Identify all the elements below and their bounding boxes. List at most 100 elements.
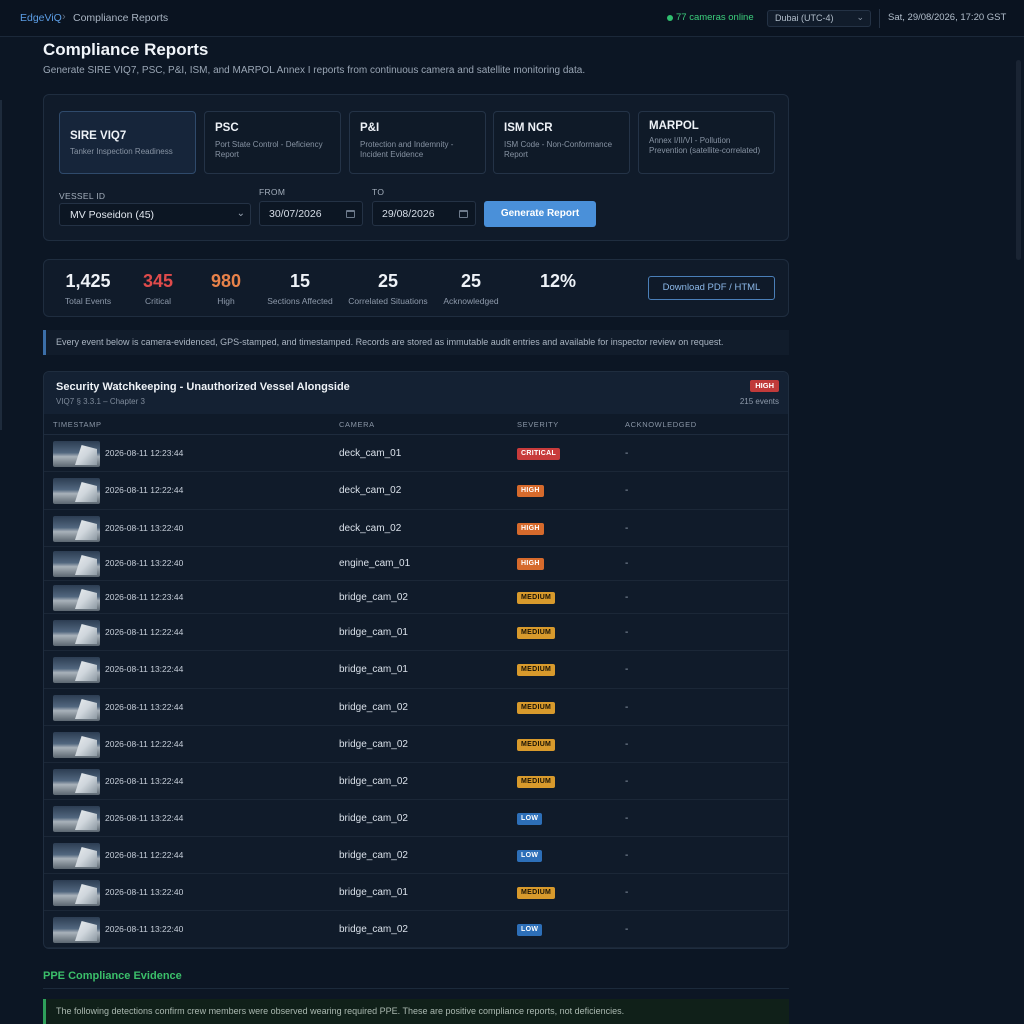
vessel-id-select[interactable]: MV Poseidon (45) ⌄ (59, 203, 251, 226)
topbar-divider (879, 9, 880, 28)
acknowledged-status: - (625, 664, 629, 675)
event-timestamp: 2026-08-11 12:22:44 (105, 850, 184, 860)
event-camera: bridge_cam_02 (339, 592, 408, 603)
event-camera: bridge_cam_01 (339, 664, 408, 675)
camera-snapshot-thumbnail[interactable] (53, 620, 100, 646)
download-pdf-html-button[interactable]: Download PDF / HTML (648, 276, 775, 300)
event-timestamp: 2026-08-11 12:22:44 (105, 739, 184, 749)
generate-report-button[interactable]: Generate Report (484, 201, 596, 227)
calendar-icon[interactable] (346, 210, 355, 218)
breadcrumb-app-link[interactable]: EdgeViQ (20, 12, 62, 24)
stat-label: Acknowledged (443, 296, 499, 306)
camera-snapshot-thumbnail[interactable] (53, 880, 100, 906)
table-row[interactable]: 2026-08-11 13:22:44 bridge_cam_01 MEDIUM - (44, 651, 788, 689)
evidence-notice-text: Every event below is camera-evidenced, G… (56, 337, 724, 347)
page-subtitle: Generate SIRE VIQ7, PSC, P&I, ISM, and M… (43, 65, 586, 76)
column-header-timestamp: TIMESTAMP (53, 420, 102, 429)
table-row[interactable]: 2026-08-11 13:22:40 bridge_cam_02 LOW - (44, 911, 788, 948)
severity-badge: LOW (517, 813, 543, 825)
ppe-divider (43, 988, 789, 989)
column-header-acknowledged: ACKNOWLEDGED (625, 420, 697, 429)
section-reference: VIQ7 § 3.3.1 – Chapter 3 (56, 397, 145, 406)
camera-snapshot-thumbnail[interactable] (53, 806, 100, 832)
table-row[interactable]: 2026-08-11 12:23:44 deck_cam_01 CRITICAL - (44, 435, 788, 472)
acknowledged-status: - (625, 592, 629, 603)
report-type-title: ISM NCR (504, 122, 553, 134)
camera-snapshot-thumbnail[interactable] (53, 695, 100, 721)
acknowledged-status: - (625, 850, 629, 861)
camera-snapshot-thumbnail[interactable] (53, 732, 100, 758)
report-type-pandi[interactable]: P&I Protection and Indemnity - Incident … (349, 111, 486, 174)
event-camera: bridge_cam_02 (339, 813, 408, 824)
timezone-value: Dubai (UTC-4) (775, 13, 834, 23)
report-type-description: Tanker Inspection Readiness (70, 147, 173, 156)
acknowledged-status: - (625, 739, 629, 750)
acknowledged-status: - (625, 523, 629, 534)
report-type-marpol[interactable]: MARPOL Annex I/II/VI - Pollution Prevent… (638, 111, 775, 174)
calendar-icon[interactable] (459, 210, 468, 218)
acknowledged-status: - (625, 813, 629, 824)
table-row[interactable]: 2026-08-11 12:22:44 bridge_cam_02 MEDIUM - (44, 726, 788, 763)
camera-snapshot-thumbnail[interactable] (53, 843, 100, 869)
table-row[interactable]: 2026-08-11 12:23:44 bridge_cam_02 MEDIUM - (44, 581, 788, 614)
current-datetime: Sat, 29/08/2026, 17:20 GST (888, 12, 1007, 23)
report-type-title: P&I (360, 122, 380, 134)
report-stats-card: 1,425 Total Events 345 Critical 980 High… (43, 259, 789, 317)
event-camera: deck_cam_02 (339, 485, 402, 496)
report-type-psc[interactable]: PSC Port State Control - Deficiency Repo… (204, 111, 341, 174)
event-camera: deck_cam_01 (339, 448, 402, 459)
severity-badge: MEDIUM (517, 739, 556, 751)
camera-snapshot-thumbnail[interactable] (53, 478, 100, 504)
column-header-camera: CAMERA (339, 420, 375, 429)
table-row[interactable]: 2026-08-11 13:22:44 bridge_cam_02 MEDIUM - (44, 763, 788, 800)
camera-snapshot-thumbnail[interactable] (53, 917, 100, 943)
camera-snapshot-thumbnail[interactable] (53, 551, 100, 577)
table-row[interactable]: 2026-08-11 13:22:40 engine_cam_01 HIGH - (44, 547, 788, 581)
report-type-sire-viq7[interactable]: SIRE VIQ7 Tanker Inspection Readiness (59, 111, 196, 174)
ppe-notice-text: The following detections confirm crew me… (56, 1006, 625, 1016)
table-row[interactable]: 2026-08-11 12:22:44 deck_cam_02 HIGH - (44, 472, 788, 510)
table-row[interactable]: 2026-08-11 13:22:40 bridge_cam_01 MEDIUM - (44, 874, 788, 911)
severity-badge: MEDIUM (517, 627, 556, 639)
acknowledged-status: - (625, 776, 629, 787)
acknowledged-status: - (625, 887, 629, 898)
camera-snapshot-thumbnail[interactable] (53, 441, 100, 467)
to-date-label: TO (372, 187, 385, 197)
section-header[interactable]: Security Watchkeeping - Unauthorized Ves… (44, 372, 788, 414)
event-camera: bridge_cam_02 (339, 776, 408, 787)
camera-snapshot-thumbnail[interactable] (53, 769, 100, 795)
severity-badge: LOW (517, 850, 543, 862)
stat-value: 25 (460, 271, 482, 291)
acknowledged-status: - (625, 627, 629, 638)
to-date-input[interactable]: 29/08/2026 (372, 201, 476, 226)
event-camera: bridge_cam_02 (339, 850, 408, 861)
acknowledged-status: - (625, 558, 629, 569)
section-evidence-card: Security Watchkeeping - Unauthorized Ves… (43, 371, 789, 949)
report-type-ism-ncr[interactable]: ISM NCR ISM Code - Non-Conformance Repor… (493, 111, 630, 174)
table-row[interactable]: 2026-08-11 13:22:40 deck_cam_02 HIGH - (44, 510, 788, 547)
cameras-online-status: 77 cameras online (676, 12, 754, 23)
report-type-description: Protection and Indemnity - Incident Evid… (360, 140, 454, 159)
report-type-title: MARPOL (649, 120, 699, 132)
report-type-title: SIRE VIQ7 (70, 130, 127, 142)
page-scrollbar[interactable] (1016, 60, 1021, 260)
breadcrumb-separator: › (62, 11, 66, 23)
ppe-notice: The following detections confirm crew me… (43, 999, 789, 1024)
event-timestamp: 2026-08-11 13:22:44 (105, 664, 184, 674)
table-row[interactable]: 2026-08-11 13:22:44 bridge_cam_02 MEDIUM - (44, 689, 788, 726)
camera-snapshot-thumbnail[interactable] (53, 657, 100, 683)
severity-badge: MEDIUM (517, 776, 556, 788)
from-date-input[interactable]: 30/07/2026 (259, 201, 363, 226)
table-row[interactable]: 2026-08-11 12:22:44 bridge_cam_01 MEDIUM - (44, 614, 788, 651)
acknowledged-status: - (625, 485, 629, 496)
table-row[interactable]: 2026-08-11 12:22:44 bridge_cam_02 LOW - (44, 837, 788, 874)
camera-snapshot-thumbnail[interactable] (53, 585, 100, 611)
severity-badge: MEDIUM (517, 664, 556, 676)
from-date-value: 30/07/2026 (269, 208, 322, 220)
event-timestamp: 2026-08-11 12:22:44 (105, 485, 184, 495)
camera-snapshot-thumbnail[interactable] (53, 516, 100, 542)
to-date-value: 29/08/2026 (382, 208, 435, 220)
acknowledged-status: - (625, 924, 629, 935)
table-row[interactable]: 2026-08-11 13:22:44 bridge_cam_02 LOW - (44, 800, 788, 837)
timezone-select[interactable]: Dubai (UTC-4) ⌄ (767, 10, 871, 27)
